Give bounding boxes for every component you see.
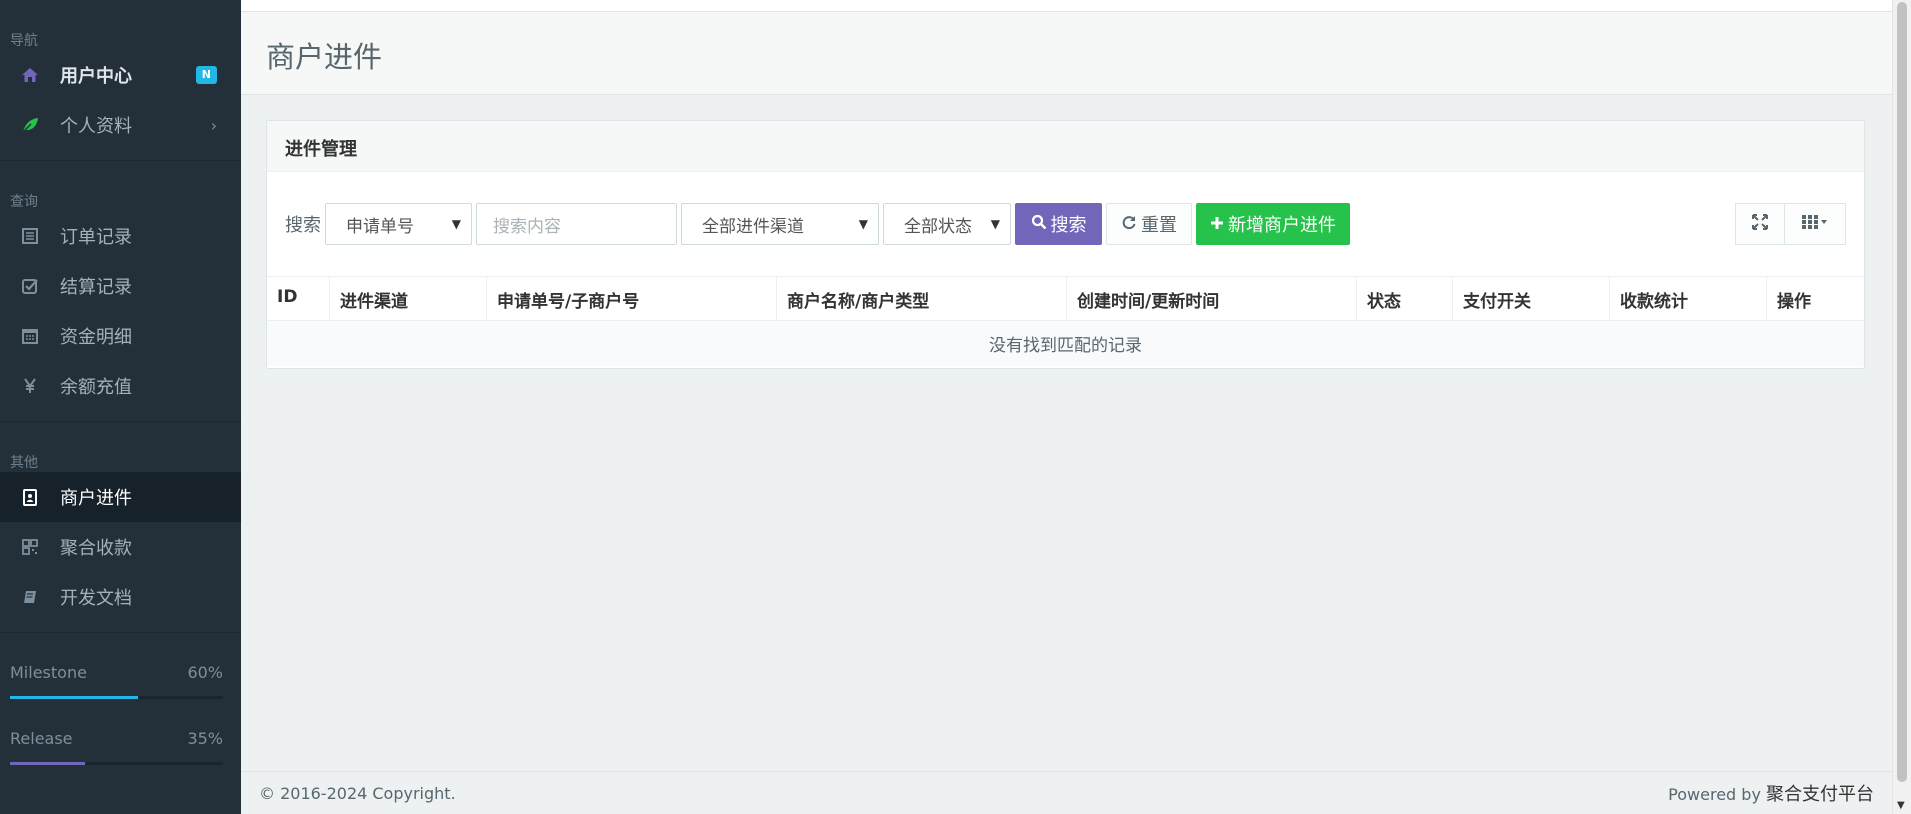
- columns-toggle-button[interactable]: [1785, 203, 1846, 245]
- reset-button[interactable]: 重置: [1106, 203, 1192, 245]
- scrollbar-thumb[interactable]: [1897, 2, 1907, 782]
- footer: © 2016-2024 Copyright. Powered by 聚合支付平台: [241, 771, 1892, 814]
- chevron-down-icon: ▼: [990, 217, 1000, 231]
- progress-label: Release: [10, 729, 73, 748]
- progress-release: Release 35%: [10, 729, 223, 748]
- sidebar-item-label: 余额充值: [60, 377, 132, 398]
- plus-icon: [1210, 214, 1224, 235]
- panel-heading: 进件管理: [267, 121, 1864, 172]
- sidebar-item-label: 聚合收款: [60, 538, 132, 559]
- sidebar-item-aggregate-collection[interactable]: 聚合收款: [0, 522, 241, 572]
- select-value: 全部进件渠道: [702, 216, 804, 237]
- fullscreen-icon: [1751, 213, 1769, 236]
- fullscreen-button[interactable]: [1735, 203, 1785, 245]
- progress-track: [10, 696, 223, 699]
- search-icon: [1031, 214, 1047, 235]
- id-badge-icon: [20, 487, 40, 507]
- sidebar: 导航 用户中心 N 个人资料 › 查询 订单记录 结算记录 资金明细 余额充值 …: [0, 0, 241, 814]
- column-header[interactable]: 进件渠道: [330, 277, 487, 320]
- search-label: 搜索: [285, 215, 321, 236]
- column-header[interactable]: 商户名称/商户类型: [777, 277, 1067, 320]
- search-button-label: 搜索: [1050, 215, 1087, 236]
- search-button[interactable]: 搜索: [1015, 203, 1102, 245]
- sidebar-item-funds[interactable]: 资金明细: [0, 311, 241, 361]
- progress-label: Milestone: [10, 663, 87, 682]
- nav-heading: 其他: [10, 455, 38, 471]
- status-select[interactable]: 全部状态 ▼: [883, 203, 1011, 245]
- refresh-icon: [1121, 214, 1137, 235]
- progress-block: Milestone 60% Release 35%: [0, 663, 241, 765]
- chevron-down-icon: ▼: [451, 217, 461, 231]
- copyright-text: © 2016-2024 Copyright.: [259, 783, 456, 803]
- merchant-table: ID 进件渠道 申请单号/子商户号 商户名称/商户类型 创建时间/更新时间 状态…: [267, 276, 1864, 366]
- nav-section-navigation: 导航 用户中心 N 个人资料 ›: [0, 0, 241, 161]
- sidebar-item-label: 订单记录: [60, 227, 132, 248]
- sidebar-item-settlements[interactable]: 结算记录: [0, 261, 241, 311]
- home-icon: [20, 65, 40, 85]
- search-input[interactable]: 搜索内容: [476, 203, 677, 245]
- nav-heading: 查询: [10, 194, 38, 210]
- sidebar-item-label: 个人资料: [60, 116, 132, 137]
- empty-table-message: 没有找到匹配的记录: [267, 321, 1864, 366]
- sidebar-item-user-center[interactable]: 用户中心 N: [0, 50, 241, 100]
- vertical-scrollbar[interactable]: ▼: [1892, 0, 1911, 814]
- grid-icon: [1801, 214, 1829, 235]
- powered-brand[interactable]: 聚合支付平台: [1766, 784, 1874, 805]
- add-merchant-button[interactable]: 新增商户进件: [1196, 203, 1350, 245]
- page-title: 商户进件: [266, 40, 383, 74]
- progress-milestone: Milestone 60%: [10, 663, 223, 682]
- sidebar-item-label: 结算记录: [60, 277, 132, 298]
- chevron-down-icon: ▼: [858, 217, 868, 231]
- yen-icon: [20, 376, 40, 396]
- sidebar-item-dev-docs[interactable]: 开发文档: [0, 572, 241, 622]
- column-header[interactable]: 收款统计: [1610, 277, 1767, 320]
- new-badge: N: [195, 66, 217, 84]
- progress-percent: 35%: [187, 729, 223, 748]
- column-header[interactable]: ID: [267, 277, 330, 320]
- powered-prefix: Powered by: [1668, 785, 1761, 804]
- qrcode-icon: [20, 537, 40, 557]
- sidebar-item-recharge[interactable]: 余额充值: [0, 361, 241, 411]
- powered-by: Powered by 聚合支付平台: [1668, 780, 1874, 806]
- sidebar-item-merchant-onboarding[interactable]: 商户进件: [0, 472, 241, 522]
- channel-select[interactable]: 全部进件渠道 ▼: [681, 203, 879, 245]
- nav-section-other: 其他 商户进件 聚合收款 开发文档: [0, 422, 241, 633]
- progress-track: [10, 762, 223, 765]
- nav-section-query: 查询 订单记录 结算记录 资金明细 余额充值: [0, 161, 241, 422]
- nav-heading: 导航: [10, 33, 38, 49]
- sidebar-item-orders[interactable]: 订单记录: [0, 211, 241, 261]
- main-content: 商户进件 进件管理 搜索 申请单号 ▼ 搜索内容 全部进件渠道 ▼ 全部状态 ▼: [241, 0, 1892, 814]
- chevron-right-icon: ›: [210, 115, 217, 135]
- order-type-select[interactable]: 申请单号 ▼: [325, 203, 472, 245]
- column-header[interactable]: 支付开关: [1453, 277, 1610, 320]
- progress-fill: [10, 696, 138, 699]
- add-button-label: 新增商户进件: [1228, 215, 1336, 236]
- page-header: 商户进件: [241, 12, 1892, 95]
- list-icon: [20, 226, 40, 246]
- sidebar-item-label: 开发文档: [60, 588, 132, 609]
- sidebar-item-label: 商户进件: [60, 488, 132, 509]
- progress-percent: 60%: [187, 663, 223, 682]
- book-icon: [20, 587, 40, 607]
- column-header[interactable]: 状态: [1357, 277, 1453, 320]
- onboarding-panel: 进件管理 搜索 申请单号 ▼ 搜索内容 全部进件渠道 ▼ 全部状态 ▼ 搜索 重…: [266, 120, 1865, 369]
- reset-button-label: 重置: [1141, 215, 1177, 236]
- top-bar: [241, 0, 1892, 12]
- progress-fill: [10, 762, 85, 765]
- column-header[interactable]: 创建时间/更新时间: [1067, 277, 1357, 320]
- sidebar-item-label: 用户中心: [60, 66, 132, 87]
- select-value: 申请单号: [346, 216, 414, 237]
- column-header[interactable]: 申请单号/子商户号: [487, 277, 777, 320]
- scroll-down-arrow-icon[interactable]: ▼: [1897, 800, 1905, 811]
- check-square-icon: [20, 276, 40, 296]
- column-header[interactable]: 操作: [1767, 277, 1864, 320]
- sidebar-item-label: 资金明细: [60, 327, 132, 348]
- table-tools: [1735, 203, 1846, 245]
- select-value: 全部状态: [904, 216, 972, 237]
- calendar-icon: [20, 326, 40, 346]
- sidebar-item-profile[interactable]: 个人资料 ›: [0, 100, 241, 150]
- leaf-icon: [20, 115, 40, 135]
- search-toolbar: 搜索 申请单号 ▼ 搜索内容 全部进件渠道 ▼ 全部状态 ▼ 搜索 重置 新增商…: [285, 203, 1354, 245]
- table-header-row: ID 进件渠道 申请单号/子商户号 商户名称/商户类型 创建时间/更新时间 状态…: [267, 276, 1864, 321]
